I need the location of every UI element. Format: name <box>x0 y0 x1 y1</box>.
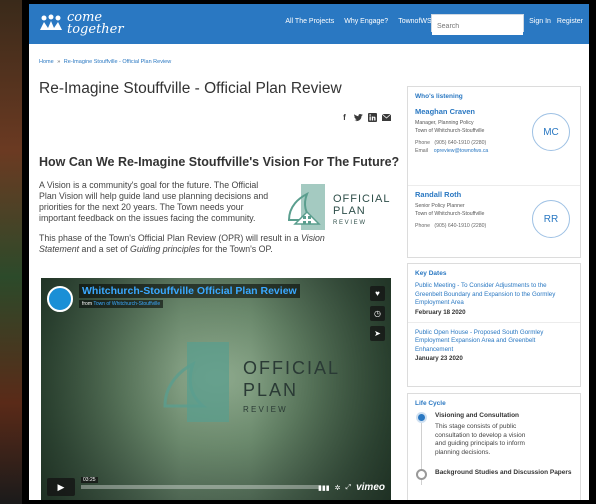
clock-icon[interactable]: ◷ <box>370 306 385 321</box>
video-byline: from Town of Whitchurch-Stouffville <box>79 300 164 308</box>
stage-inactive-indicator <box>416 469 427 480</box>
twitter-icon[interactable] <box>354 113 363 122</box>
avatar: RR <box>532 200 570 238</box>
volume-icon[interactable]: ▮▮▮ <box>318 484 330 492</box>
nav-all-projects[interactable]: All The Projects <box>285 18 334 25</box>
progress-bar[interactable]: 03:25 <box>81 477 321 489</box>
heart-icon[interactable]: ♥ <box>370 286 385 301</box>
video-player[interactable]: Whitchurch-Stouffville Official Plan Rev… <box>41 278 391 500</box>
key-date-item: Public Meeting - To Consider Adjustments… <box>408 280 580 322</box>
byline-channel[interactable]: Town of Whitchurch-Stouffville <box>93 301 160 307</box>
phase-text-2: and a set of <box>79 244 130 254</box>
browser-page: come together All The Projects Why Engag… <box>29 4 589 500</box>
life-cycle-card: Life Cycle Visioning and Consultation Th… <box>407 393 581 500</box>
page-title: Re-Imagine Stouffville - Official Plan R… <box>39 80 342 97</box>
phase-text-1: This phase of the Town's Official Plan R… <box>39 233 301 243</box>
play-icon[interactable]: ▶ <box>47 478 75 496</box>
phase-paragraph: This phase of the Town's Official Plan R… <box>39 233 359 255</box>
whos-listening-heading: Who's listening <box>415 93 463 100</box>
sign-in-link[interactable]: Sign In <box>529 18 551 25</box>
key-date-value: January 23 2020 <box>415 355 463 362</box>
video-side-actions: ♥ ◷ ➤ <box>370 286 385 341</box>
player-icons: ▮▮▮ ✲ ⤢ vimeo <box>318 482 385 493</box>
video-duration: 03:25 <box>81 477 98 483</box>
key-dates-heading: Key Dates <box>415 270 447 277</box>
logo-word-official: OFFICIAL <box>333 193 391 205</box>
key-date-link[interactable]: Public Meeting - To Consider Adjustments… <box>415 282 573 308</box>
whos-listening-card: Who's listening Meaghan Craven Manager, … <box>407 86 581 258</box>
video-controls: ▶ 03:25 ▮▮▮ ✲ ⤢ vimeo <box>41 474 391 500</box>
vimeo-logo[interactable]: vimeo <box>356 482 385 493</box>
video-title[interactable]: Whitchurch-Stouffville Official Plan Rev… <box>79 284 300 298</box>
section-heading: How Can We Re-Imagine Stouffville's Visi… <box>39 155 400 169</box>
key-dates-card: Key Dates Public Meeting - To Consider A… <box>407 263 581 387</box>
phone-value: (905) 640-1910 (2280) <box>434 140 487 146</box>
video-logo-plan: PLAN <box>243 380 298 400</box>
register-link[interactable]: Register <box>557 18 583 25</box>
phase-text-3: for the Town's OP. <box>199 244 273 254</box>
send-icon[interactable]: ➤ <box>370 326 385 341</box>
facebook-icon[interactable]: f <box>340 113 349 122</box>
main-nav: All The Projects Why Engage? TownofWS.ca <box>285 18 441 25</box>
breadcrumb-separator: » <box>57 59 61 65</box>
search-box <box>431 14 524 35</box>
key-date-link[interactable]: Public Open House - Proposed South Gorml… <box>415 329 573 355</box>
logo-word-review: R E V I E W <box>333 220 365 226</box>
channel-avatar[interactable] <box>47 286 73 312</box>
linkedin-icon[interactable] <box>368 113 377 122</box>
settings-icon[interactable]: ✲ <box>335 484 341 492</box>
breadcrumb-current[interactable]: Re-Imagine Stouffville - Official Plan R… <box>64 59 171 65</box>
intro-paragraph: A Vision is a community's goal for the f… <box>39 180 269 223</box>
official-plan-review-logo: OFFICIAL PLAN R E V I E W <box>287 184 391 230</box>
phone-value: (905) 640-1910 (2280) <box>434 223 487 229</box>
logo-word-plan: PLAN <box>333 205 366 217</box>
stage-active-indicator <box>416 412 427 423</box>
video-logo-review: R E V I E W <box>243 405 286 414</box>
contact-meaghan-craven: Meaghan Craven Manager, Planning Policy … <box>408 103 580 185</box>
people-icon <box>39 14 63 34</box>
auth-links: Sign In Register <box>529 18 583 25</box>
key-date-value: February 18 2020 <box>415 308 466 316</box>
avatar: MC <box>532 113 570 151</box>
email-link[interactable]: opreview@townofws.ca <box>434 148 489 154</box>
life-cycle-stage: Background Studies and Discussion Papers <box>408 467 580 480</box>
site-logo[interactable]: come together <box>39 10 124 38</box>
contact-randall-roth: Randall Roth Senior Policy Planner Town … <box>408 185 580 267</box>
breadcrumb: Home » Re-Imagine Stouffville - Official… <box>39 59 173 65</box>
photo-frame: come together All The Projects Why Engag… <box>0 0 596 504</box>
phone-label: Phone <box>415 223 431 229</box>
stage-title: Background Studies and Discussion Papers <box>435 469 572 476</box>
guiding-principles-term: Guiding principles <box>129 244 200 254</box>
byline-from: from <box>82 301 92 307</box>
nav-why-engage[interactable]: Why Engage? <box>344 18 388 25</box>
logo-wordmark: come together <box>67 11 124 37</box>
key-date-item: Public Open House - Proposed South Gorml… <box>408 321 580 369</box>
share-bar: f <box>340 113 391 122</box>
email-label: Email <box>415 148 428 154</box>
email-icon[interactable] <box>382 113 391 122</box>
video-logo-official: OFFICIAL <box>243 358 340 378</box>
phone-label: Phone <box>415 140 431 146</box>
fullscreen-icon[interactable]: ⤢ <box>345 484 351 492</box>
search-input[interactable] <box>432 18 523 35</box>
life-cycle-stage: Visioning and Consultation This stage co… <box>408 410 580 485</box>
stage-title: Visioning and Consultation <box>435 412 520 419</box>
logo-line2: together <box>67 22 124 37</box>
site-header: come together All The Projects Why Engag… <box>29 4 589 44</box>
contact-name: Randall Roth <box>415 190 462 199</box>
life-cycle-heading: Life Cycle <box>415 400 446 407</box>
background-photo-edge <box>0 0 22 504</box>
breadcrumb-home[interactable]: Home <box>39 59 54 65</box>
video-logo-overlay: OFFICIAL PLAN R E V I E W <box>163 342 340 422</box>
stage-description: This stage consists of public consultati… <box>435 423 526 456</box>
